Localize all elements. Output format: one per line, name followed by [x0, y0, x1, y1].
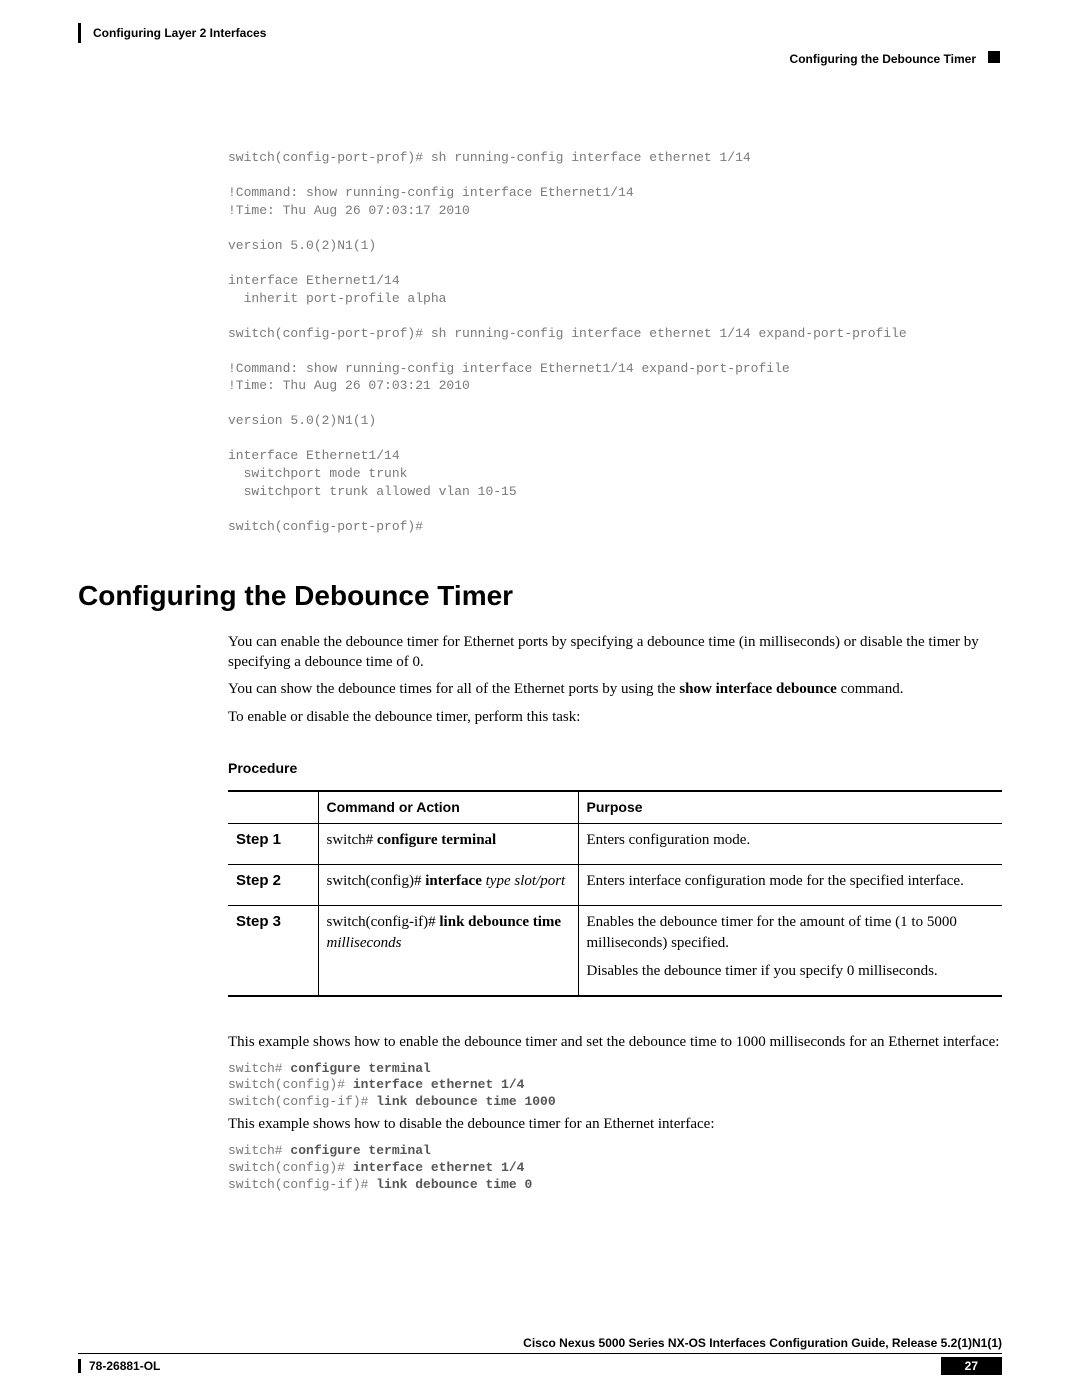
cli-input: configure terminal [290, 1143, 430, 1158]
cli-output-block: switch(config-port-prof)# sh running-con… [228, 149, 1002, 535]
step-label: Step 1 [228, 823, 318, 864]
footer-guide-title: Cisco Nexus 5000 Series NX-OS Interfaces… [78, 1335, 1002, 1354]
col-header-purpose: Purpose [578, 791, 1002, 823]
footer-page-number: 27 [941, 1357, 1002, 1375]
step-label: Step 2 [228, 865, 318, 906]
procedure-heading: Procedure [228, 759, 1002, 778]
purpose-cell: Enters interface configuration mode for … [578, 865, 1002, 906]
purpose-text: Enters configuration mode. [587, 830, 995, 850]
cli-input: interface ethernet 1/4 [353, 1077, 525, 1092]
prompt-text: switch(config-if)# [327, 914, 440, 930]
prompt-text: switch(config-if)# [228, 1177, 376, 1192]
cli-input: link debounce time 0 [376, 1177, 532, 1192]
header-left: Configuring Layer 2 Interfaces [78, 23, 266, 43]
cli-example: switch# configure terminal switch(config… [228, 1061, 1002, 1112]
prompt-text: switch(config-if)# [228, 1094, 376, 1109]
cli-example: switch# configure terminal switch(config… [228, 1143, 1002, 1194]
command-arg: type slot/port [486, 873, 566, 889]
page-header: Configuring Layer 2 Interfaces Configuri… [78, 0, 1002, 69]
paragraph: You can enable the debounce timer for Et… [228, 633, 1002, 672]
table-row: Step 3 switch(config-if)# link debounce … [228, 906, 1002, 996]
cli-input: interface ethernet 1/4 [353, 1160, 525, 1175]
footer-bottom: 78-26881-OL 27 [78, 1357, 1002, 1375]
section-heading: Configuring the Debounce Timer [78, 577, 1002, 615]
command-bold: interface [425, 873, 485, 889]
doc-number: 78-26881-OL [89, 1358, 160, 1374]
table-header-row: Command or Action Purpose [228, 791, 1002, 823]
table-row: Step 2 switch(config)# interface type sl… [228, 865, 1002, 906]
command-arg: milliseconds [327, 935, 402, 951]
prompt-text: switch(config)# [228, 1077, 353, 1092]
command-bold: configure terminal [377, 832, 496, 848]
cli-input: link debounce time 1000 [376, 1094, 555, 1109]
purpose-cell: Enables the debounce timer for the amoun… [578, 906, 1002, 996]
vbar-icon [78, 1359, 81, 1373]
page-footer: Cisco Nexus 5000 Series NX-OS Interfaces… [78, 1335, 1002, 1375]
paragraph: This example shows how to disable the de… [228, 1115, 1002, 1135]
command-cell: switch# configure terminal [318, 823, 578, 864]
command-name: show interface debounce [679, 681, 837, 697]
footer-docnum: 78-26881-OL [78, 1358, 160, 1374]
prompt-text: switch# [228, 1143, 290, 1158]
command-cell: switch(config-if)# link debounce time mi… [318, 906, 578, 996]
paragraph: To enable or disable the debounce timer,… [228, 708, 1002, 728]
vbar-icon [78, 23, 81, 43]
procedure-table: Command or Action Purpose Step 1 switch#… [228, 790, 1002, 997]
command-cell: switch(config)# interface type slot/port [318, 865, 578, 906]
col-header-command: Command or Action [318, 791, 578, 823]
cli-input: configure terminal [290, 1061, 430, 1076]
section-title-right: Configuring the Debounce Timer [790, 51, 976, 67]
paragraph: You can show the debounce times for all … [228, 680, 1002, 700]
text-fragment: You can show the debounce times for all … [228, 681, 679, 697]
prompt-text: switch# [228, 1061, 290, 1076]
purpose-text: Disables the debounce timer if you speci… [587, 961, 995, 981]
marker-icon [986, 49, 1002, 69]
col-header-step [228, 791, 318, 823]
body-text: You can enable the debounce timer for Et… [228, 633, 1002, 1193]
paragraph: This example shows how to enable the deb… [228, 1033, 1002, 1053]
table-row: Step 1 switch# configure terminal Enters… [228, 823, 1002, 864]
chapter-title: Configuring Layer 2 Interfaces [93, 25, 266, 41]
header-right: Configuring the Debounce Timer [790, 49, 1002, 69]
step-label: Step 3 [228, 906, 318, 996]
prompt-text: switch(config)# [228, 1160, 353, 1175]
command-bold: link debounce time [439, 914, 561, 930]
prompt-text: switch# [327, 832, 377, 848]
purpose-text: Enables the debounce timer for the amoun… [587, 912, 995, 953]
purpose-text: Enters interface configuration mode for … [587, 871, 995, 891]
text-fragment: command. [837, 681, 904, 697]
purpose-cell: Enters configuration mode. [578, 823, 1002, 864]
prompt-text: switch(config)# [327, 873, 426, 889]
